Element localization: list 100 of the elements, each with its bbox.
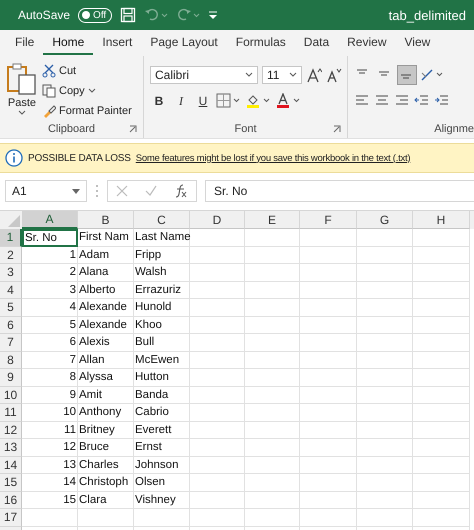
- ribbon-tab[interactable]: Data: [294, 32, 338, 54]
- table-cell: [357, 492, 413, 509]
- font-name-field[interactable]: Calibri: [150, 66, 258, 84]
- orientation-icon[interactable]: [420, 67, 444, 83]
- table-cell: [190, 352, 245, 369]
- row-header[interactable]: 11: [0, 404, 22, 422]
- table-cell: [357, 264, 413, 282]
- bold-button[interactable]: B: [150, 92, 168, 110]
- table-cell: 2: [22, 264, 78, 282]
- row-header[interactable]: 4: [0, 282, 22, 299]
- table-cell: [245, 474, 300, 492]
- row-header[interactable]: 1: [0, 229, 22, 246]
- table-cell: [245, 334, 300, 352]
- customize-icon[interactable]: [208, 10, 218, 20]
- table-cell: Alana: [78, 264, 134, 282]
- message-link[interactable]: Some features might be lost if you save this workbook in the text (.txt): [136, 152, 410, 164]
- table-cell: [413, 404, 470, 422]
- table-cell: Adam: [78, 246, 134, 264]
- decrease-font-icon[interactable]: [326, 67, 342, 83]
- copy-button[interactable]: Copy: [42, 82, 132, 99]
- table-cell: [413, 456, 470, 474]
- row-header[interactable]: 16: [0, 492, 22, 509]
- row-header[interactable]: 6: [0, 316, 22, 334]
- caret-icon: [18, 110, 26, 116]
- table-cell: [357, 439, 413, 456]
- font-size-field[interactable]: 11: [262, 66, 302, 84]
- column-header[interactable]: E: [245, 211, 300, 229]
- table-cell: [413, 299, 470, 316]
- table-cell: [190, 422, 245, 439]
- table-cell: Olsen: [134, 474, 190, 492]
- table-cell: [245, 386, 300, 404]
- column-header[interactable]: D: [190, 211, 245, 229]
- table-cell: Last Name: [134, 229, 190, 246]
- caret-icon: [289, 72, 297, 78]
- borders-icon[interactable]: [216, 93, 242, 109]
- table-cell: 11: [22, 422, 78, 439]
- table-cell: [190, 299, 245, 316]
- font-color-icon[interactable]: [276, 93, 302, 109]
- table-cell: Fripp: [134, 246, 190, 264]
- dialog-launcher-icon[interactable]: [333, 125, 341, 133]
- fill-color-icon[interactable]: [246, 93, 272, 109]
- table-cell: McEwen: [134, 352, 190, 369]
- name-box[interactable]: A1: [5, 180, 87, 202]
- table-cell: 1: [22, 246, 78, 264]
- paste-button[interactable]: Paste: [6, 60, 38, 120]
- column-header[interactable]: F: [300, 211, 357, 229]
- autosave-toggle[interactable]: Off: [78, 8, 112, 22]
- table-cell: [245, 422, 300, 439]
- row-header[interactable]: 3: [0, 264, 22, 282]
- row-header[interactable]: 14: [0, 456, 22, 474]
- row-header[interactable]: 15: [0, 474, 22, 492]
- column-header[interactable]: G: [357, 211, 413, 229]
- column-header[interactable]: C: [134, 211, 190, 229]
- table-cell: [300, 316, 357, 334]
- function-icon[interactable]: [174, 184, 188, 198]
- ribbon-tab[interactable]: Review: [338, 32, 396, 54]
- ribbon-tab[interactable]: Page Layout: [141, 32, 227, 54]
- table-cell: Errazuriz: [134, 282, 190, 299]
- italic-button[interactable]: I: [172, 92, 190, 110]
- caret-icon: [245, 72, 253, 78]
- ribbon-tab[interactable]: Insert: [93, 32, 142, 54]
- row-header[interactable]: 9: [0, 369, 22, 386]
- row-header[interactable]: 7: [0, 334, 22, 352]
- increase-font-icon[interactable]: [306, 67, 322, 83]
- table-cell: Alexande: [78, 316, 134, 334]
- formula-field[interactable]: Sr. No: [205, 180, 474, 202]
- group-label: Alignme: [434, 123, 474, 135]
- ribbon-tab[interactable]: File: [6, 32, 44, 54]
- table-cell: [413, 439, 470, 456]
- table-cell: [190, 474, 245, 492]
- table-cell: [413, 264, 470, 282]
- row-header[interactable]: 2: [0, 246, 22, 264]
- table-cell: 7: [22, 352, 78, 369]
- column-header[interactable]: A: [22, 211, 78, 229]
- vertical-align-icon[interactable]: [398, 66, 416, 84]
- table-cell: [22, 509, 78, 526]
- column-header[interactable]: B: [78, 211, 134, 229]
- table-cell: Alexande: [78, 299, 134, 316]
- ribbon-tab[interactable]: Formulas: [226, 32, 295, 54]
- paintbrush-icon: [42, 104, 56, 118]
- ribbon-tab[interactable]: View: [396, 32, 440, 54]
- cut-button[interactable]: Cut: [42, 62, 132, 79]
- column-header[interactable]: H: [413, 211, 470, 229]
- table-cell: [78, 509, 134, 526]
- row-header[interactable]: 12: [0, 422, 22, 439]
- table-cell: [357, 352, 413, 369]
- underline-button[interactable]: U: [194, 92, 212, 110]
- save-icon[interactable]: [120, 7, 136, 23]
- dialog-launcher-icon[interactable]: [129, 125, 137, 133]
- row-header[interactable]: 17: [0, 509, 22, 526]
- row-header[interactable]: 8: [0, 352, 22, 369]
- row-header[interactable]: 5: [0, 299, 22, 316]
- table-cell: [300, 474, 357, 492]
- table-cell: [357, 456, 413, 474]
- table-cell: [245, 299, 300, 316]
- row-header[interactable]: 10: [0, 386, 22, 404]
- row-header[interactable]: 13: [0, 439, 22, 456]
- table-cell: [300, 456, 357, 474]
- format-painter-button[interactable]: Format Painter: [42, 102, 132, 119]
- table-cell: Bruce: [78, 439, 134, 456]
